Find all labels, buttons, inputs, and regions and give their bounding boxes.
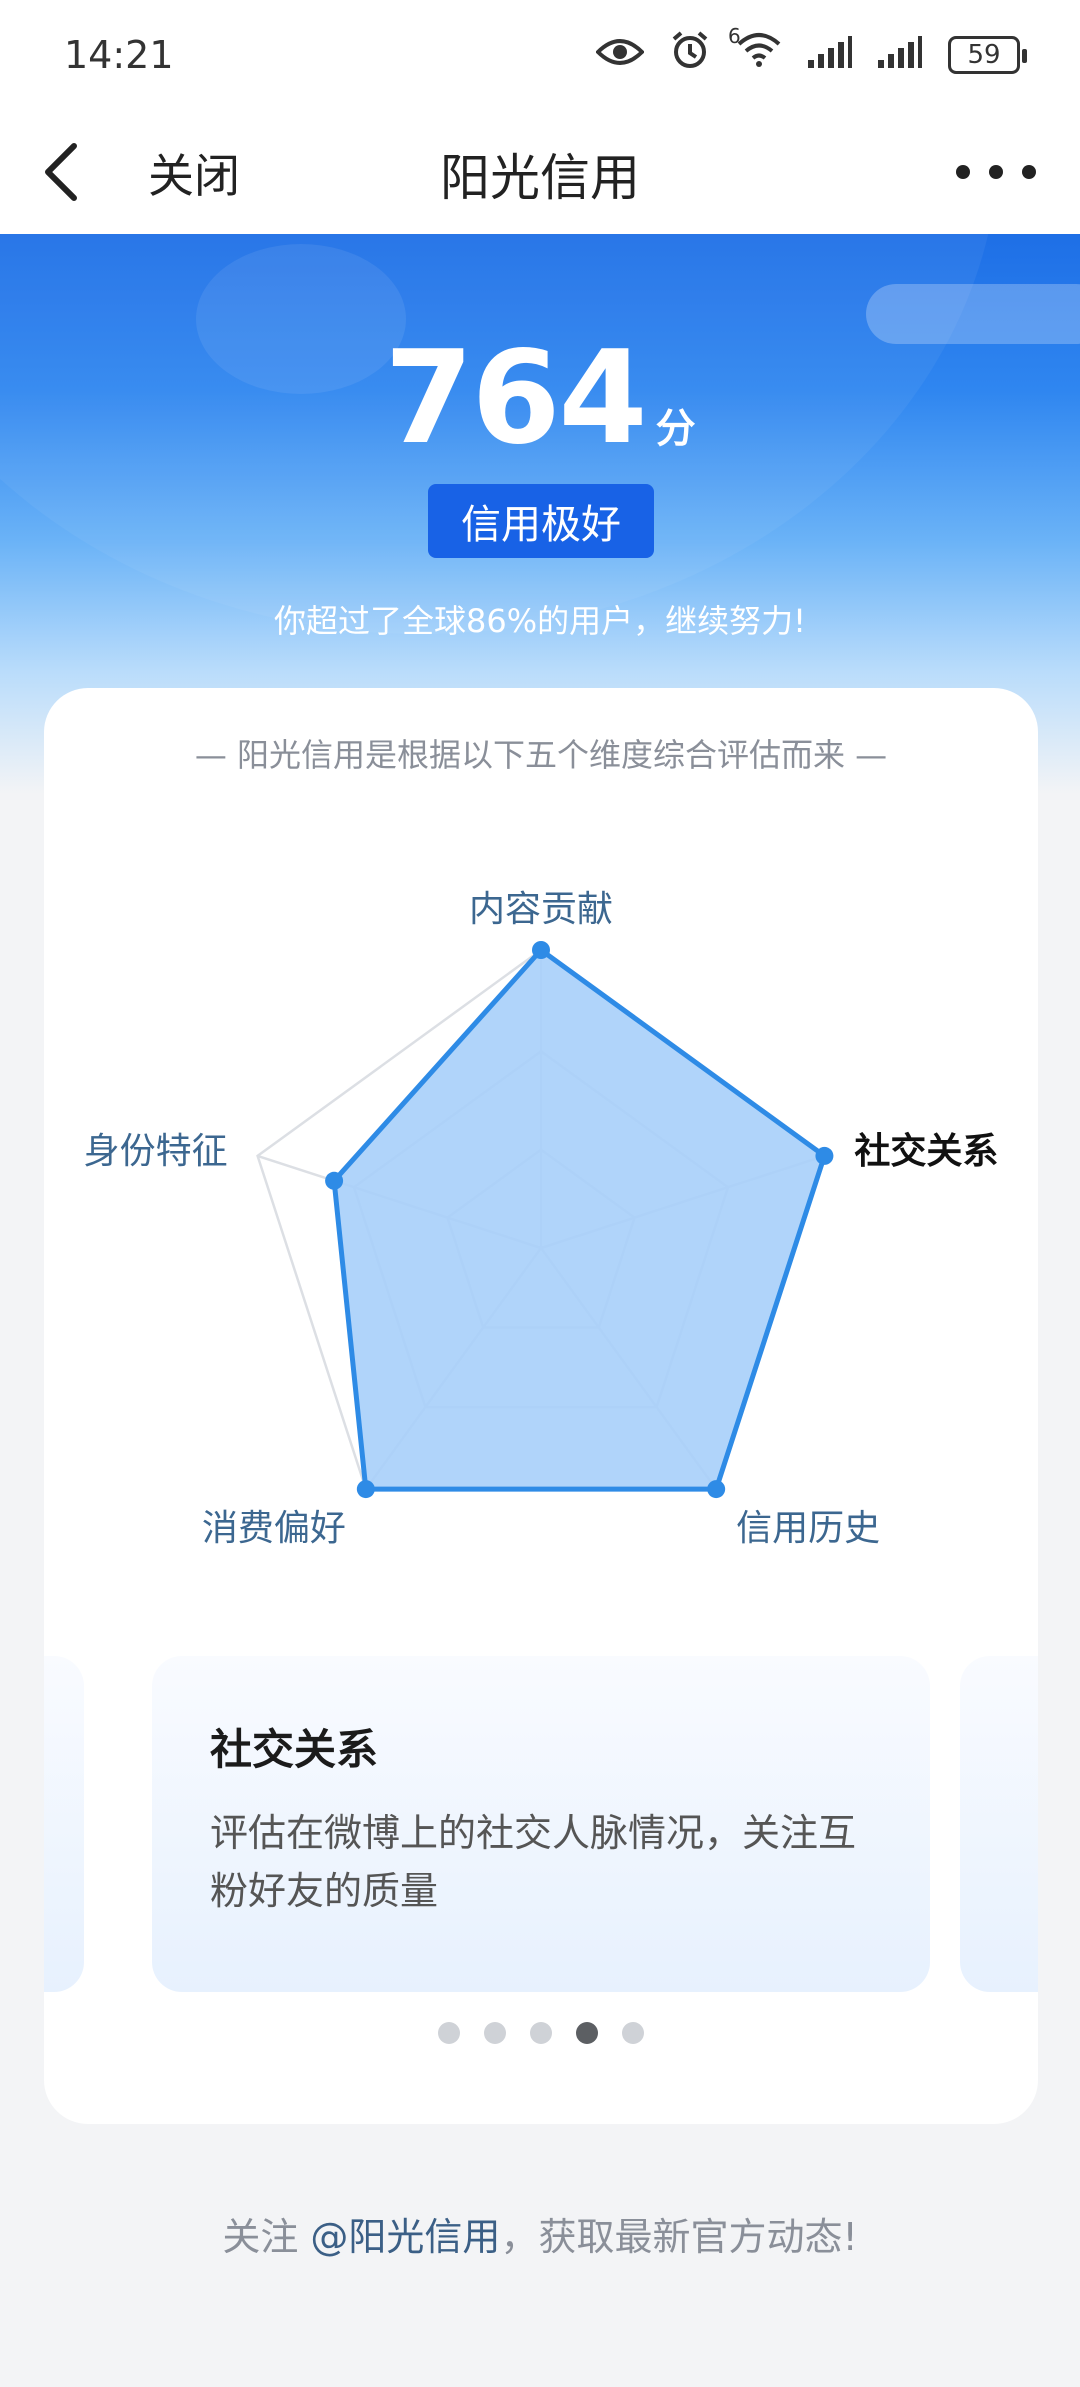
radar-value-area — [331, 947, 827, 1492]
radar-point-2 — [707, 1480, 726, 1499]
alarm-icon — [670, 30, 710, 80]
signal-icon — [878, 32, 922, 78]
dimension-card: — 阳光信用是根据以下五个维度综合评估而来 — 内容贡献 社交关系 信用历史 消费偏好… — [44, 688, 1038, 2124]
carousel-slide-next[interactable] — [960, 1656, 1038, 1992]
radar-label-1[interactable]: 社交关系 — [854, 1122, 998, 1174]
status-bar: 14:21 6 59 — [0, 0, 1080, 110]
status-time: 14:21 — [64, 33, 174, 77]
radar-point-4 — [325, 1171, 344, 1190]
status-icons: 6 59 — [595, 24, 1027, 80]
footer-note: 关注 @阳光信用，获取最新官方动态! — [0, 2206, 1080, 2261]
score-display: 764 分 — [0, 324, 1080, 473]
wifi-badge: 6 — [728, 24, 741, 48]
rating-badge: 信用极好 — [428, 484, 654, 558]
slide-title: 社交关系 — [210, 1725, 379, 1774]
more-options-icon[interactable] — [956, 140, 1036, 204]
credit-score-value: 764 — [384, 324, 647, 473]
radar-label-3[interactable]: 消费偏好 — [202, 1499, 346, 1551]
footer-prefix: 关注 — [222, 2215, 311, 2259]
pagination-dot[interactable] — [530, 2022, 552, 2044]
close-button[interactable]: 关闭 — [148, 140, 240, 206]
score-unit: 分 — [655, 406, 696, 452]
radar-label-0[interactable]: 内容贡献 — [421, 880, 661, 932]
percentile-note: 你超过了全球86%的用户，继续努力! — [274, 602, 806, 640]
radar-point-3 — [356, 1480, 375, 1499]
signal-icon — [808, 32, 852, 78]
radar-label-2[interactable]: 信用历史 — [736, 1499, 880, 1551]
radar-point-0 — [532, 941, 550, 959]
nav-bar: 关闭 阳光信用 — [0, 110, 1080, 234]
back-arrow-icon[interactable] — [30, 134, 90, 210]
battery-indicator: 59 — [948, 36, 1027, 74]
carousel-pagination — [44, 2022, 1038, 2044]
slide-description: 评估在微博上的社交人脉情况，关注互粉好友的质量 — [210, 1811, 857, 1913]
pagination-dot[interactable] — [438, 2022, 460, 2044]
account-mention-link[interactable]: @阳光信用 — [310, 2215, 500, 2259]
carousel-slide[interactable]: 社交关系 评估在微博上的社交人脉情况，关注互粉好友的质量 — [152, 1656, 930, 1992]
pagination-dot[interactable] — [576, 2022, 598, 2044]
dimension-carousel[interactable]: 社交关系 评估在微博上的社交人脉情况，关注互粉好友的质量 — [44, 1656, 1038, 1992]
radar-point-1 — [815, 1146, 834, 1165]
carousel-slide-prev[interactable] — [44, 1656, 84, 1992]
wifi-icon: 6 — [728, 24, 782, 78]
footer-suffix: ，获取最新官方动态! — [500, 2215, 858, 2259]
pagination-dot[interactable] — [622, 2022, 644, 2044]
eye-icon — [595, 32, 645, 78]
pagination-dot[interactable] — [484, 2022, 506, 2044]
radar-label-4[interactable]: 身份特征 — [84, 1122, 228, 1174]
